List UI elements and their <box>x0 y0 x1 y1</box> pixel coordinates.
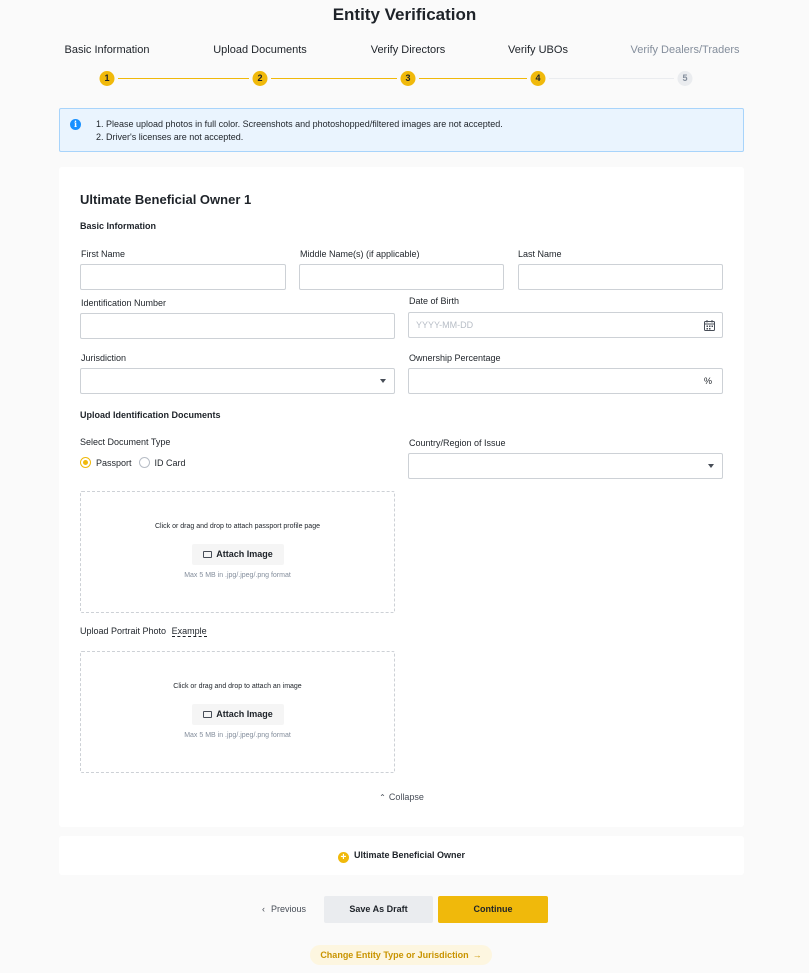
step-number-4: 4 <box>530 71 546 86</box>
save-draft-button[interactable]: Save As Draft <box>324 896 433 923</box>
step-connector <box>118 78 249 79</box>
page-title: Entity Verification <box>332 5 477 24</box>
chevron-down-icon <box>708 464 714 468</box>
issue-country-label: Country/Region of Issue <box>409 438 506 448</box>
jurisdiction-select[interactable] <box>80 368 395 394</box>
attach-button-label: Attach Image <box>216 709 273 719</box>
notice-line-2: 2. Driver's licenses are not accepted. <box>96 132 244 142</box>
ubo-form-card: Ultimate Beneficial Owner 1 Basic Inform… <box>59 167 744 827</box>
notice-line-1: 1. Please upload photos in full color. S… <box>96 119 503 129</box>
info-icon: i <box>70 119 81 130</box>
portrait-label: Upload Portrait Photo Example <box>80 626 207 637</box>
radio-checked-icon <box>80 457 91 468</box>
issue-country-select[interactable] <box>408 453 723 479</box>
portrait-label-text: Upload Portrait Photo <box>80 626 167 636</box>
basic-info-heading: Basic Information <box>80 221 157 231</box>
arrow-right-icon: → <box>472 950 482 960</box>
change-entity-button[interactable]: Change Entity Type or Jurisdiction → <box>310 945 492 965</box>
step-number-1: 1 <box>99 71 115 86</box>
ownership-label: Ownership Percentage <box>409 353 501 363</box>
dob-label: Date of Birth <box>409 296 460 306</box>
step-number-5: 5 <box>677 71 693 86</box>
plus-circle-icon: + <box>337 852 349 863</box>
card-title: Ultimate Beneficial Owner 1 <box>80 192 252 207</box>
middle-name-input[interactable] <box>299 264 504 290</box>
ownership-input[interactable]: % <box>408 368 723 394</box>
chevron-up-icon: ⌃ <box>379 793 386 802</box>
step-number-3: 3 <box>400 71 416 86</box>
step-label-verify-directors: Verify Directors <box>370 44 446 56</box>
passport-dropzone-text: Click or drag and drop to attach passpor… <box>155 523 320 530</box>
last-name-label: Last Name <box>518 249 562 259</box>
attach-portrait-button[interactable]: Attach Image <box>192 704 284 725</box>
step-connector <box>549 78 674 79</box>
progress-stepper: Basic Information Upload Documents Verif… <box>0 44 809 94</box>
id-number-label: Identification Number <box>81 298 167 308</box>
chevron-down-icon <box>380 379 386 383</box>
passport-size-hint: Max 5 MB in .jpg/.jpeg/.png format <box>184 572 291 579</box>
dob-input[interactable]: YYYY-MM-DD <box>408 312 723 338</box>
step-label-verify-dealers: Verify Dealers/Traders <box>630 44 740 56</box>
radio-id-card-label: ID Card <box>154 457 186 468</box>
step-connector <box>271 78 397 79</box>
percent-suffix: % <box>703 376 712 386</box>
middle-name-label: Middle Name(s) (if applicable) <box>300 249 420 259</box>
step-label-basic-information: Basic Information <box>64 44 150 56</box>
doc-type-label: Select Document Type <box>80 437 171 447</box>
attach-passport-button[interactable]: Attach Image <box>192 544 284 565</box>
last-name-input[interactable] <box>518 264 723 290</box>
example-link[interactable]: Example <box>171 626 207 637</box>
portrait-dropzone-text: Click or drag and drop to attach an imag… <box>173 683 302 690</box>
passport-dropzone[interactable]: Click or drag and drop to attach passpor… <box>80 491 395 613</box>
radio-passport[interactable]: Passport <box>80 457 132 468</box>
upload-docs-heading: Upload Identification Documents <box>80 410 221 420</box>
portrait-dropzone[interactable]: Click or drag and drop to attach an imag… <box>80 651 395 773</box>
image-icon <box>203 551 213 558</box>
previous-button[interactable]: ‹ Previous <box>252 896 316 923</box>
add-owner-button[interactable]: + Ultimate Beneficial Owner <box>59 836 744 875</box>
add-owner-label: Ultimate Beneficial Owner <box>353 850 466 860</box>
collapse-label: Collapse <box>388 792 424 802</box>
portrait-size-hint: Max 5 MB in .jpg/.jpeg/.png format <box>184 732 291 739</box>
chevron-left-icon: ‹ <box>261 904 265 914</box>
step-label-verify-ubos: Verify UBOs <box>508 44 568 56</box>
step-connector <box>419 78 527 79</box>
calendar-icon[interactable] <box>704 320 715 331</box>
radio-unchecked-icon <box>138 457 150 468</box>
attach-button-label: Attach Image <box>216 549 273 559</box>
radio-id-card[interactable]: ID Card <box>138 457 186 468</box>
first-name-input[interactable] <box>80 264 286 290</box>
change-entity-label: Change Entity Type or Jurisdiction <box>320 950 469 960</box>
step-label-upload-documents: Upload Documents <box>213 44 307 56</box>
dob-placeholder: YYYY-MM-DD <box>416 320 474 330</box>
previous-label: Previous <box>270 904 306 914</box>
jurisdiction-label: Jurisdiction <box>81 353 127 363</box>
doc-type-radio-group: Passport ID Card <box>80 457 193 468</box>
info-banner: i 1. Please upload photos in full color.… <box>59 108 744 152</box>
step-number-2: 2 <box>252 71 268 86</box>
first-name-label: First Name <box>81 249 126 259</box>
collapse-button[interactable]: ⌃ Collapse <box>59 792 744 802</box>
radio-passport-label: Passport <box>96 457 132 468</box>
image-icon <box>203 711 213 718</box>
continue-button[interactable]: Continue <box>438 896 548 923</box>
id-number-input[interactable] <box>80 313 395 339</box>
